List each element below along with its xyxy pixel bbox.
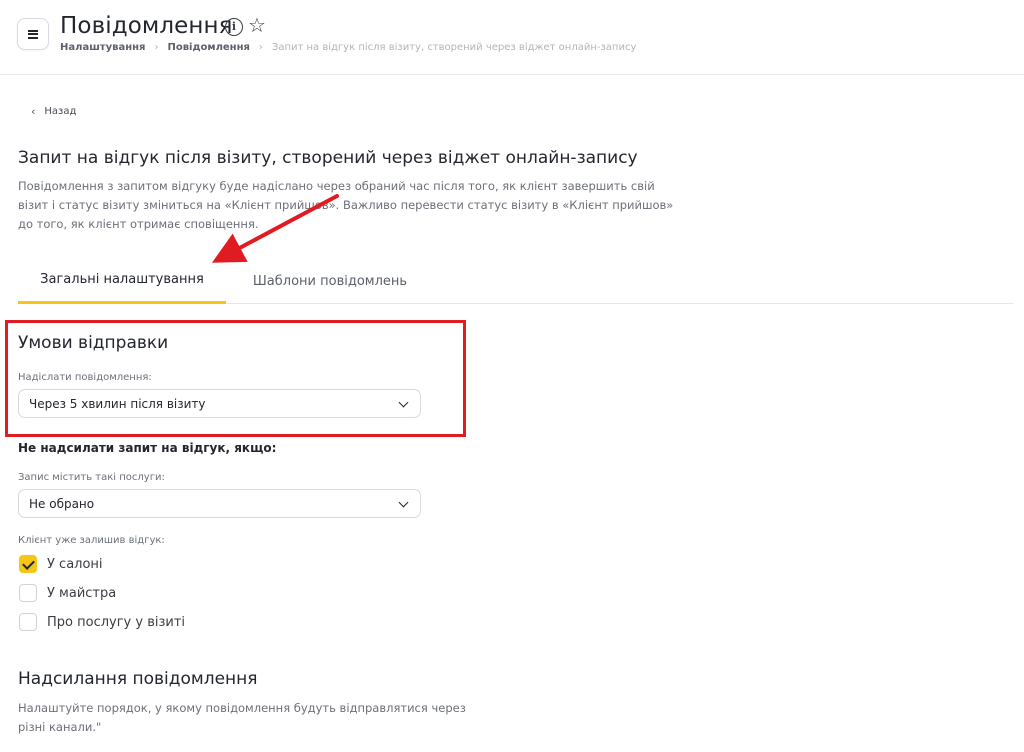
breadcrumb-item-current: Запит на відгук після візиту, створений … — [271, 42, 637, 53]
page-header: Повідомлення i ☆ Налаштування › Повідомл… — [0, 0, 1024, 75]
menu-button[interactable] — [17, 18, 49, 50]
sending-title: Надсилання повідомлення — [18, 669, 258, 689]
page-title: Повідомлення — [60, 13, 233, 39]
checkbox-label: У салоні — [47, 556, 103, 572]
breadcrumb-item-notifications[interactable]: Повідомлення — [167, 42, 249, 53]
no-send-heading: Не надсилати запит на відгук, якщо: — [18, 441, 277, 455]
annotation-highlight-box — [5, 320, 466, 437]
checkbox-row-service[interactable]: Про послугу у візиті — [19, 613, 185, 631]
star-icon[interactable]: ☆ — [248, 14, 266, 36]
tab-general-settings[interactable]: Загальні налаштування — [18, 258, 226, 304]
checkbox-service[interactable] — [19, 613, 37, 631]
chevron-right-icon: › — [154, 42, 159, 53]
checkbox-row-salon[interactable]: У салоні — [19, 555, 103, 573]
sending-description: Налаштуйте порядок, у якому повідомлення… — [18, 701, 466, 734]
chevron-left-icon: ‹ — [31, 105, 36, 118]
services-value: Не обрано — [29, 496, 95, 511]
hamburger-icon — [28, 29, 38, 39]
back-link[interactable]: ‹ Назад — [31, 105, 76, 118]
checkbox-label: Про послугу у візиті — [47, 614, 186, 630]
chevron-right-icon: › — [258, 42, 263, 53]
checkbox-label: У майстра — [47, 585, 117, 601]
chevron-down-icon — [398, 497, 409, 508]
section-description: Повідомлення з запитом відгуку буде наді… — [18, 179, 674, 231]
info-icon[interactable]: i — [225, 18, 243, 36]
section-title: Запит на відгук після візиту, створений … — [18, 148, 638, 168]
checkbox-salon[interactable] — [19, 555, 37, 573]
left-review-label: Клієнт уже залишив відгук: — [18, 535, 165, 546]
tab-message-templates[interactable]: Шаблони повідомлень — [226, 258, 434, 304]
back-label: Назад — [44, 106, 77, 117]
checkbox-master[interactable] — [19, 584, 37, 602]
checkbox-row-master[interactable]: У майстра — [19, 584, 116, 602]
services-select[interactable]: Не обрано — [18, 489, 421, 518]
breadcrumb-item-settings[interactable]: Налаштування — [60, 42, 145, 53]
services-label: Запис містить такі послуги: — [18, 472, 165, 483]
tab-bar: Загальні налаштування Шаблони повідомлен… — [18, 258, 1014, 304]
breadcrumb: Налаштування › Повідомлення › Запит на в… — [60, 42, 636, 53]
